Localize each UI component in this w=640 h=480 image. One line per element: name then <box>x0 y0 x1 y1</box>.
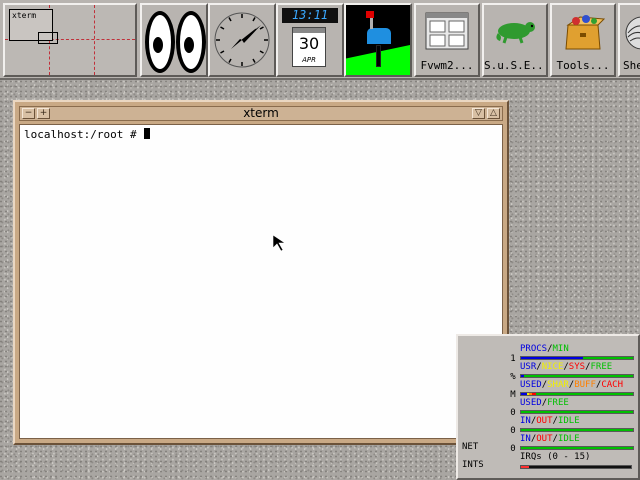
digital-time: 13:11 <box>282 8 338 23</box>
xosview-meter-field: OUT <box>536 416 553 426</box>
terminal-area[interactable]: localhost:/root # <box>19 124 503 439</box>
xosview-meter-field: SHAR <box>547 380 569 390</box>
desktop-pager[interactable]: xterm <box>3 3 137 77</box>
minimize-button[interactable]: ▽ <box>472 108 485 119</box>
calendar-day: 30 <box>298 34 320 53</box>
window-panes-icon <box>425 12 469 50</box>
xosview-meter-field: IN <box>520 434 531 444</box>
shell-label: She <box>623 59 640 72</box>
xosview-row-label: M <box>510 390 516 400</box>
xosview-meter-title: USED/SHAR/BUFF/CACH <box>520 380 623 391</box>
suse-label: S.u.S.E... <box>484 59 546 72</box>
pager-mini-window[interactable]: xterm <box>9 9 58 44</box>
xterm-titlebar[interactable]: − + xterm ▽ △ <box>19 106 503 121</box>
xosview-meter-field: IDLE <box>557 416 580 426</box>
pager-mini-window-body <box>38 32 58 44</box>
text-cursor <box>144 128 151 139</box>
irq-meter-bar <box>520 465 632 469</box>
xosview-meter-field: SYS <box>568 362 586 372</box>
xosview-meter-field: MIN <box>552 344 569 354</box>
toolbox-icon <box>565 15 606 50</box>
right-eye-icon <box>176 11 206 73</box>
tools-menu-button[interactable]: Tools... <box>550 3 616 77</box>
mailbox-icon <box>366 27 392 45</box>
xosview-meter-field: NICE <box>541 362 564 372</box>
shell-menu-button[interactable]: She <box>618 3 640 77</box>
fvwm2-menu-button[interactable]: Fvwm2... <box>414 3 480 77</box>
mailbox-post <box>376 45 381 67</box>
terminal-prompt-line: localhost:/root # <box>24 128 151 141</box>
xosview-meter-fill <box>532 393 536 395</box>
pager-mini-window-label: xterm <box>12 11 37 20</box>
xosview-meter-field: USED <box>520 398 542 408</box>
xosview-row-labels: 1% M 0 0 0 <box>508 350 518 458</box>
calendar-page-icon: 30 APR <box>292 27 326 67</box>
calendar-month: APR <box>302 56 316 64</box>
calendar-applet[interactable]: 13:11 30 APR <box>276 3 344 77</box>
xosview-meter-row: PROCS/MIN <box>520 344 636 362</box>
mouse-pointer-icon <box>272 234 286 252</box>
xosview-meter-row: USR/NICE/SYS/FREE <box>520 362 636 380</box>
xosview-meter-field: CACH <box>601 380 624 390</box>
xosview-meter-row: USED/SHAR/BUFF/CACH <box>520 380 636 398</box>
xeyes-applet <box>140 3 208 77</box>
xosview-meter-field: IN <box>520 416 531 426</box>
xosview-meter-field: USR <box>520 362 537 372</box>
shell-icon <box>625 16 640 50</box>
xosview-meter-bar <box>520 392 634 396</box>
xosview-meter-bar <box>520 410 634 414</box>
xosview-meter-row: IN/OUT/IDLE <box>520 434 636 452</box>
xterm-window[interactable]: − + xterm ▽ △ localhost:/root # <box>13 100 509 445</box>
xosview-meter-bar <box>520 428 634 432</box>
xosview-meter-row: USED/FREE <box>520 398 636 416</box>
irq-meter-fill <box>521 466 529 468</box>
xosview-meter-fill <box>521 375 525 377</box>
pager-divider <box>94 5 95 75</box>
window-title: xterm <box>243 106 279 120</box>
xosview-meter-field: FREE <box>590 362 613 372</box>
mailbox-applet[interactable] <box>344 3 412 77</box>
xosview-meter-field: FREE <box>547 398 569 408</box>
xosview-meter-fill <box>521 357 583 359</box>
pupil-icon <box>153 37 163 53</box>
xosview-meter-title: IN/OUT/IDLE <box>520 416 580 427</box>
chameleon-icon <box>492 11 538 53</box>
left-eye-icon <box>145 11 175 73</box>
xosview-meter-title: PROCS/MIN <box>520 344 569 355</box>
xosview-row-label: 0 <box>510 408 516 418</box>
ints-label: INTS <box>462 460 484 470</box>
net-label: NET <box>462 442 479 452</box>
xosview-meter-bar <box>520 446 634 450</box>
analog-clock-applet <box>208 3 276 77</box>
pupil-icon <box>184 37 194 53</box>
xosview-meter-field: BUFF <box>574 380 596 390</box>
clock-face-icon <box>214 12 270 68</box>
xosview-row-label: 0 <box>510 426 516 436</box>
irq-title: IRQs (0 - 15) <box>520 452 591 462</box>
xosview-monitor: 1% M 0 0 0 PROCS/MIN USR/NICE/SYS/FREE USED/SH… <box>456 334 640 480</box>
xosview-meter-bar <box>520 374 634 378</box>
mailbox-flag-icon <box>366 11 374 18</box>
xosview-meter-field: OUT <box>536 434 553 444</box>
xosview-meter-title: USED/FREE <box>520 398 569 409</box>
xosview-meter-row: IN/OUT/IDLE <box>520 416 636 434</box>
button-bar: xterm 13:11 30 APR Fvwm2... S.u.S.E... T… <box>0 0 640 80</box>
maximize-button[interactable]: △ <box>487 108 500 119</box>
xosview-meter-title: IN/OUT/IDLE <box>520 434 580 445</box>
xosview-meter-field: PROCS <box>520 344 548 354</box>
xosview-row-label: 1 <box>510 354 516 364</box>
xosview-meter-bar <box>520 356 634 360</box>
shell-prompt: localhost:/root # <box>24 128 144 141</box>
xosview-meter-field: USED <box>520 380 542 390</box>
xosview-meter-field: IDLE <box>557 434 580 444</box>
suse-menu-button[interactable]: S.u.S.E... <box>482 3 548 77</box>
tools-label: Tools... <box>556 59 610 72</box>
xosview-row-label: 0 <box>510 444 516 454</box>
fvwm2-label: Fvwm2... <box>420 59 474 72</box>
xosview-row-label: % <box>510 372 516 382</box>
xosview-meter-title: USR/NICE/SYS/FREE <box>520 362 612 373</box>
calendar-rings <box>293 28 325 33</box>
